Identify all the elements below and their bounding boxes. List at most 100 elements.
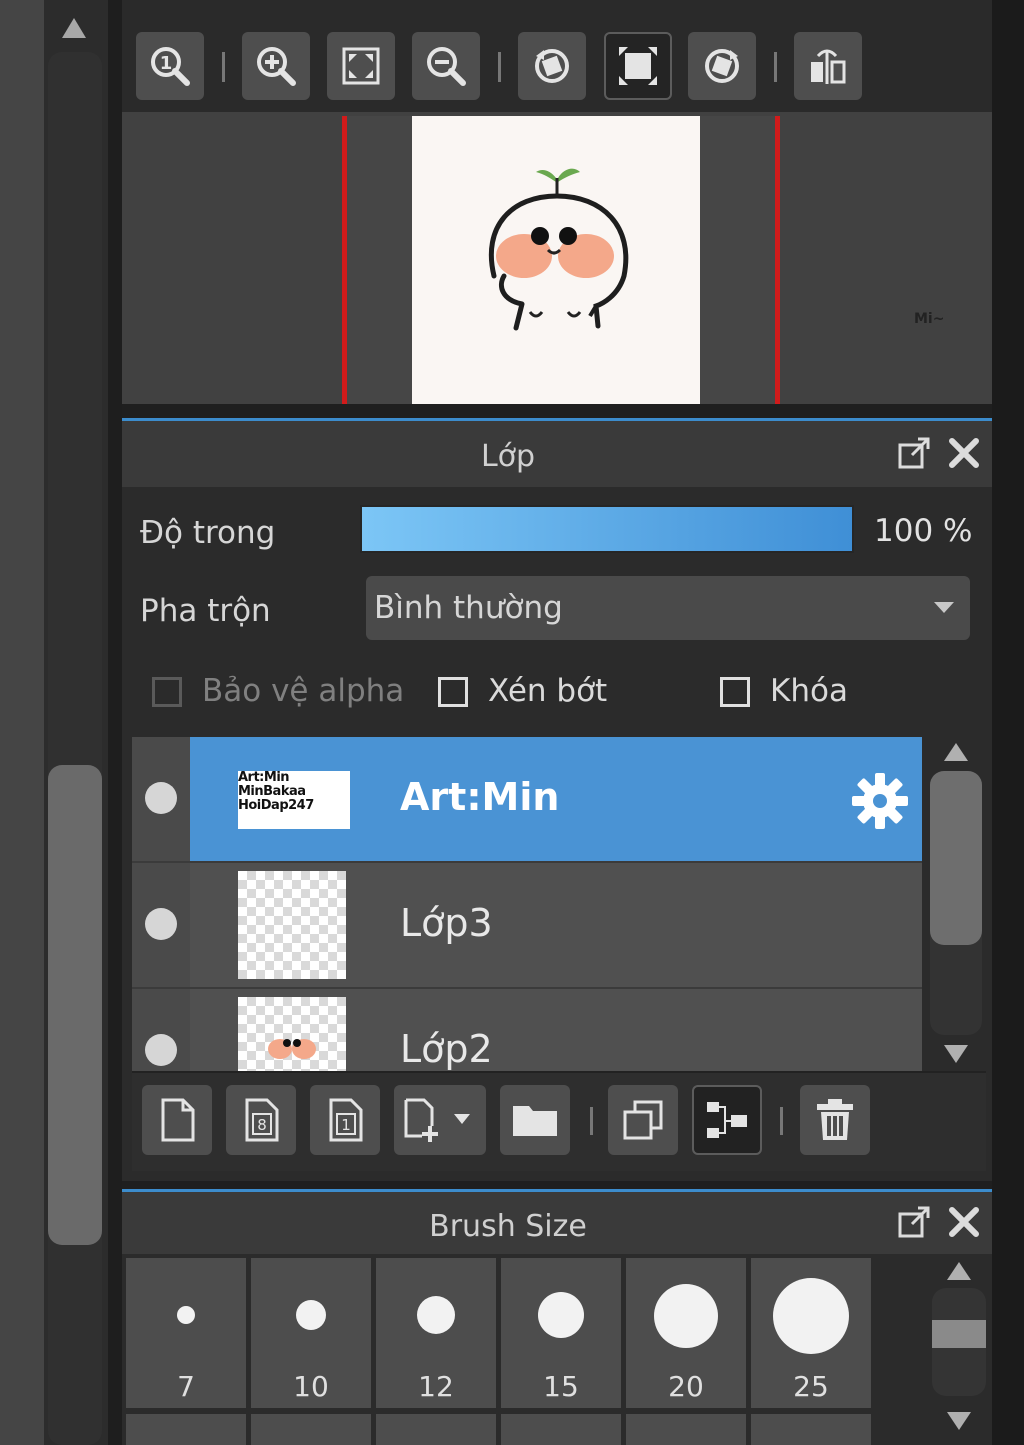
visibility-toggle[interactable] <box>132 863 190 987</box>
new-folder-button[interactable] <box>500 1085 570 1155</box>
scroll-up-arrow-icon[interactable] <box>944 743 968 761</box>
brush-size-20[interactable]: 20 <box>626 1258 746 1408</box>
scrollbar-thumb[interactable] <box>48 765 102 1245</box>
brush-row-next[interactable] <box>626 1414 746 1445</box>
panel-splitter[interactable] <box>122 1181 992 1192</box>
clipping-checkbox[interactable] <box>438 677 468 707</box>
blend-mode-value: Bình thường <box>374 590 563 626</box>
scroll-down-arrow-icon[interactable] <box>947 1412 971 1430</box>
zoom-in-button[interactable] <box>242 32 310 100</box>
layer-thumbnail: Art:Min MinBakaa HoiDap247 <box>238 771 350 829</box>
layer-row[interactable]: Lớp3 <box>132 863 922 987</box>
toolbar-separator <box>774 52 777 82</box>
fit-screen-button[interactable] <box>327 32 395 100</box>
visibility-dot-icon <box>145 908 177 940</box>
zoom-actual-button[interactable]: 1 <box>136 32 204 100</box>
layer-panel: Lớp Độ trong 100 % Pha trộn Bình thường … <box>122 421 992 1192</box>
new-8bit-layer-button[interactable]: 8 <box>226 1085 296 1155</box>
opacity-fill <box>362 507 852 551</box>
brush-size-scrollbar[interactable] <box>930 1258 988 1445</box>
toolbar-separator <box>222 52 225 82</box>
layer-row[interactable]: Art:Min MinBakaa HoiDap247 Art:Min <box>132 737 922 861</box>
close-icon[interactable] <box>944 1202 984 1242</box>
navigator-panel: 1 Mi~ <box>122 0 992 421</box>
new-layer-button[interactable] <box>142 1085 212 1155</box>
brush-dot-icon <box>654 1284 718 1348</box>
opacity-slider[interactable] <box>360 505 854 553</box>
blend-mode-select[interactable]: Bình thường <box>366 576 970 640</box>
new-layer-icon <box>161 1098 195 1142</box>
lock-checkbox[interactable] <box>720 677 750 707</box>
layer-list-scrollbar[interactable] <box>926 737 986 1071</box>
scrollbar-thumb[interactable] <box>930 771 982 945</box>
blend-mode-label: Pha trộn <box>140 593 271 629</box>
layer-name: Art:Min <box>400 775 560 819</box>
layer-row[interactable]: Lớp2 <box>132 989 922 1071</box>
scrollbar-thumb[interactable] <box>932 1320 986 1348</box>
toolbar-separator <box>590 1107 593 1135</box>
brush-dot-icon <box>538 1292 584 1338</box>
layer-panel-title: Lớp <box>480 439 536 474</box>
navigator-preview[interactable]: Mi~ <box>122 112 992 406</box>
brush-dot-icon <box>773 1278 849 1354</box>
visibility-toggle[interactable] <box>132 737 190 861</box>
merge-down-button[interactable] <box>692 1085 762 1155</box>
close-icon[interactable] <box>944 433 984 473</box>
visibility-toggle[interactable] <box>132 989 190 1071</box>
panel-splitter[interactable] <box>122 404 992 421</box>
brush-size-header: Brush Size <box>122 1192 992 1254</box>
rotate-left-button[interactable] <box>518 32 586 100</box>
gear-icon[interactable] <box>850 771 910 831</box>
brush-size-label: 15 <box>543 1370 579 1403</box>
clipping-label: Xén bớt <box>488 673 608 709</box>
brush-row-next[interactable] <box>251 1414 371 1445</box>
brush-row-next[interactable] <box>501 1414 621 1445</box>
brush-size-label: 10 <box>293 1370 329 1403</box>
reset-rotation-button[interactable] <box>604 32 672 100</box>
merge-down-icon <box>707 1102 747 1138</box>
brush-size-label: 20 <box>668 1370 704 1403</box>
scroll-up-arrow-icon[interactable] <box>62 18 86 38</box>
brush-row-next[interactable] <box>751 1414 871 1445</box>
duplicate-layer-icon <box>623 1100 663 1140</box>
brush-size-25[interactable]: 25 <box>751 1258 871 1408</box>
layer-name: Lớp2 <box>400 1027 493 1071</box>
brush-size-10[interactable]: 10 <box>251 1258 371 1408</box>
canvas-thumbnail: Mi~ <box>412 116 944 406</box>
delete-layer-button[interactable] <box>800 1085 870 1155</box>
brush-size-7[interactable]: 7 <box>126 1258 246 1408</box>
navigator-toolbar: 1 <box>122 22 992 112</box>
reset-rotation-icon <box>619 47 657 85</box>
brush-size-label: 25 <box>793 1370 829 1403</box>
opacity-label: Độ trong <box>140 515 276 551</box>
duplicate-layer-button[interactable] <box>608 1085 678 1155</box>
svg-text:1: 1 <box>160 53 173 74</box>
brush-size-12[interactable]: 12 <box>376 1258 496 1408</box>
protect-alpha-checkbox[interactable] <box>152 677 182 707</box>
popout-icon[interactable] <box>894 1202 934 1242</box>
new-1bit-layer-button[interactable]: 1 <box>310 1085 380 1155</box>
scroll-up-arrow-icon[interactable] <box>947 1262 971 1280</box>
brush-dot-icon <box>177 1306 195 1324</box>
brush-row-next[interactable] <box>126 1414 246 1445</box>
layer-panel-header: Lớp <box>122 421 992 487</box>
brush-size-label: 7 <box>177 1370 195 1403</box>
toolbar-separator <box>498 52 501 82</box>
add-layer-menu-button[interactable] <box>394 1085 486 1155</box>
zoom-in-icon <box>257 47 296 86</box>
brush-row-next[interactable] <box>376 1414 496 1445</box>
brush-size-label: 12 <box>418 1370 454 1403</box>
flip-horizontal-button[interactable] <box>794 32 862 100</box>
layer-toolbar: 8 1 <box>132 1071 986 1171</box>
toolbar-separator <box>780 1107 783 1135</box>
popout-icon[interactable] <box>894 433 934 473</box>
zoom-out-button[interactable] <box>412 32 480 100</box>
brush-dot-icon <box>296 1300 326 1330</box>
layer-list: Art:Min MinBakaa HoiDap247 Art:Min Lớp3 … <box>132 737 922 1071</box>
layer-thumbnail <box>238 871 346 979</box>
rotate-right-button[interactable] <box>688 32 756 100</box>
brush-size-15[interactable]: 15 <box>501 1258 621 1408</box>
drawing-signature: Mi~ <box>914 311 945 327</box>
brush-size-panel: Brush Size 7 10 12 15 20 25 <box>122 1192 992 1445</box>
scroll-down-arrow-icon[interactable] <box>944 1045 968 1063</box>
